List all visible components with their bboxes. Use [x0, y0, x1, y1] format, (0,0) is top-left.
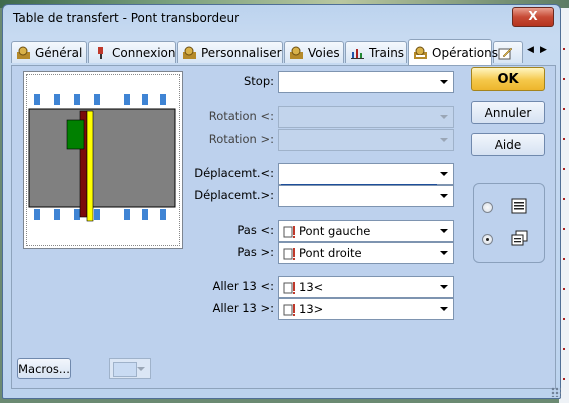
step-right-value: Pont droite: [299, 246, 362, 260]
move-right-label: Déplacemt.>:: [194, 188, 274, 202]
turntable-preview: [23, 71, 183, 249]
step-left-value: Pont gauche: [299, 224, 371, 238]
tab-label: Opérations: [432, 45, 498, 60]
chevron-down-icon: [440, 285, 448, 289]
grid-view-icon: [511, 230, 529, 249]
step-right-select[interactable]: Pont droite: [278, 242, 454, 264]
step-right-label: Pas >:: [237, 245, 274, 259]
rotation-right-select[interactable]: [278, 129, 454, 151]
chevron-down-icon: [440, 251, 448, 255]
view-options-group: [473, 183, 545, 263]
rotation-left-label: Rotation <:: [208, 109, 274, 123]
tab-scroll-left-icon[interactable]: ◀: [527, 45, 534, 55]
ok-button[interactable]: OK: [471, 67, 545, 91]
goto-right-select[interactable]: 13>: [278, 298, 454, 320]
crane-icon: [283, 247, 297, 260]
tab-personnaliser[interactable]: Personnaliser: [177, 41, 283, 63]
gear-icon: [182, 46, 197, 60]
tab-voies[interactable]: Voies: [284, 41, 344, 63]
chevron-down-icon: [440, 229, 448, 233]
resize-grip[interactable]: [551, 387, 561, 397]
tab-bar: Général Connexion Personnaliser Voies Tr…: [11, 39, 551, 65]
list-view-icon: [511, 198, 527, 217]
edit-icon: [498, 46, 513, 60]
chevron-down-icon: [440, 138, 448, 142]
cancel-button[interactable]: Annuler: [471, 101, 545, 124]
move-right-select[interactable]: [278, 185, 454, 207]
tab-general[interactable]: Général: [11, 41, 87, 63]
rotation-right-label: Rotation >:: [208, 132, 274, 146]
list-view-radio[interactable]: [482, 202, 493, 213]
move-left-label: Déplacemt.<:: [194, 166, 274, 180]
stop-select[interactable]: [278, 71, 454, 93]
tab-label: Voies: [308, 45, 340, 60]
goto-right-value: 13>: [299, 302, 324, 316]
chevron-down-icon: [440, 172, 448, 176]
crane-icon: [283, 303, 297, 316]
goto-left-select[interactable]: 13<: [278, 276, 454, 298]
grid-view-radio[interactable]: [482, 234, 493, 245]
tab-connexion[interactable]: Connexion: [88, 41, 176, 63]
operations-icon: [413, 46, 428, 60]
rotation-left-select[interactable]: [278, 106, 454, 128]
chevron-down-icon: [440, 307, 448, 311]
step-left-label: Pas <:: [237, 223, 274, 237]
gear-icon: [289, 46, 304, 60]
macros-button[interactable]: Macros...: [17, 358, 71, 379]
step-left-select[interactable]: Pont gauche: [278, 220, 454, 242]
color-picker-dropdown[interactable]: [109, 358, 151, 379]
stop-label: Stop:: [243, 74, 274, 88]
tab-label: Général: [35, 45, 83, 60]
help-button[interactable]: Aide: [471, 133, 545, 156]
tab-label: Trains: [369, 45, 405, 60]
plug-icon: [93, 46, 108, 60]
tab-label: Connexion: [112, 45, 176, 60]
close-button[interactable]: X: [512, 7, 554, 27]
chevron-down-icon: [137, 366, 145, 371]
tab-operations[interactable]: Opérations: [408, 39, 498, 65]
color-swatch: [113, 362, 137, 377]
chart-icon: [350, 46, 365, 60]
tab-trains[interactable]: Trains: [345, 41, 407, 63]
tab-scroll-right-icon[interactable]: ▶: [540, 45, 547, 55]
window-title: Table de transfert - Pont transbordeur: [13, 11, 240, 25]
chevron-down-icon: [440, 115, 448, 119]
tab-label: Personnaliser: [201, 45, 282, 60]
chevron-down-icon: [440, 80, 448, 84]
transfer-table-diagram: [28, 94, 176, 222]
goto-right-label: Aller 13 >:: [212, 301, 274, 315]
chevron-down-icon: [440, 194, 448, 198]
gear-icon: [16, 46, 31, 60]
goto-left-label: Aller 13 <:: [212, 279, 274, 293]
crane-icon: [283, 225, 297, 238]
move-left-select[interactable]: [278, 163, 454, 185]
goto-left-value: 13<: [299, 280, 324, 294]
crane-icon: [283, 281, 297, 294]
